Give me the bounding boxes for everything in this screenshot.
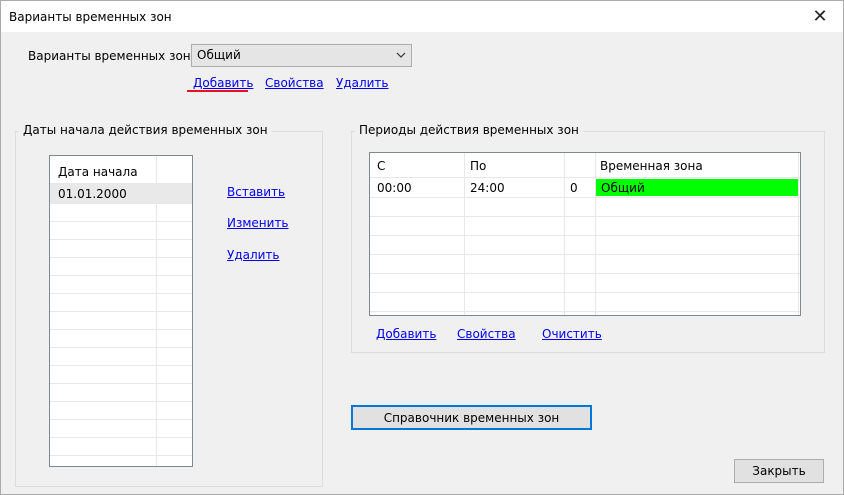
edit-date-link[interactable]: Изменить bbox=[227, 216, 289, 230]
column-header-start-date: Дата начала bbox=[58, 165, 138, 179]
period-number-cell: 0 bbox=[570, 181, 578, 195]
table-row[interactable] bbox=[370, 236, 800, 255]
chevron-down-icon bbox=[396, 52, 406, 58]
variant-properties-link[interactable]: Свойства bbox=[265, 76, 324, 90]
table-row[interactable] bbox=[50, 312, 192, 330]
table-row[interactable] bbox=[50, 366, 192, 384]
table-row[interactable]: 01.01.2000 bbox=[50, 184, 192, 204]
table-row[interactable] bbox=[50, 420, 192, 438]
table-row[interactable] bbox=[370, 274, 800, 293]
variants-select[interactable]: Общий bbox=[191, 44, 412, 67]
dates-grid[interactable]: Дата начала 01.01.2000 bbox=[49, 155, 193, 467]
column-header-to: По bbox=[470, 159, 487, 173]
table-row[interactable] bbox=[50, 276, 192, 294]
title-bar: Варианты временных зон ✕ bbox=[1, 1, 843, 32]
close-button[interactable]: Закрыть bbox=[734, 459, 824, 483]
delete-variant-link[interactable]: Удалить bbox=[336, 76, 389, 90]
periods-grid-header: С По Временная зона bbox=[370, 153, 800, 178]
start-date-cell: 01.01.2000 bbox=[58, 187, 127, 201]
periods-grid[interactable]: С По Временная зона 00:00 24:00 0 Общий bbox=[369, 152, 801, 316]
focus-underline bbox=[187, 90, 248, 92]
insert-date-link[interactable]: Вставить bbox=[227, 185, 285, 199]
time-zones-reference-button[interactable]: Справочник временных зон bbox=[351, 405, 592, 430]
variants-select-value: Общий bbox=[197, 48, 241, 62]
period-from-cell: 00:00 bbox=[377, 181, 412, 195]
table-row[interactable] bbox=[50, 294, 192, 312]
window-title: Варианты временных зон bbox=[9, 10, 172, 24]
table-row[interactable] bbox=[50, 330, 192, 348]
table-row[interactable] bbox=[50, 384, 192, 402]
table-row[interactable] bbox=[50, 204, 192, 222]
column-header-zone: Временная зона bbox=[600, 159, 703, 173]
table-row[interactable] bbox=[50, 402, 192, 420]
table-row[interactable] bbox=[50, 222, 192, 240]
dialog-window: Варианты временных зон ✕ Варианты времен… bbox=[0, 0, 844, 495]
periods-group-title: Периоды действия временных зон bbox=[355, 123, 583, 137]
table-row[interactable]: 00:00 24:00 0 Общий bbox=[370, 178, 800, 198]
table-row[interactable] bbox=[370, 217, 800, 236]
period-zone-label: Общий bbox=[601, 181, 645, 195]
period-properties-link[interactable]: Свойства bbox=[457, 327, 516, 341]
delete-date-link[interactable]: Удалить bbox=[227, 248, 280, 262]
add-variant-link[interactable]: Добавить bbox=[193, 76, 253, 90]
table-row[interactable] bbox=[50, 438, 192, 456]
clear-periods-link[interactable]: Очистить bbox=[542, 327, 602, 341]
table-row[interactable] bbox=[50, 348, 192, 366]
table-row[interactable] bbox=[370, 255, 800, 274]
period-zone-cell: Общий bbox=[596, 179, 798, 196]
table-row[interactable] bbox=[370, 198, 800, 217]
add-period-link[interactable]: Добавить bbox=[376, 327, 436, 341]
table-row[interactable] bbox=[370, 293, 800, 312]
variants-label: Варианты временных зон: bbox=[28, 49, 195, 63]
column-header-from: С bbox=[377, 159, 386, 173]
period-to-cell: 24:00 bbox=[470, 181, 505, 195]
table-row[interactable] bbox=[50, 240, 192, 258]
dates-group-title: Даты начала действия временных зон bbox=[19, 123, 272, 137]
table-row[interactable] bbox=[50, 258, 192, 276]
dates-grid-header: Дата начала bbox=[50, 156, 192, 184]
close-icon[interactable]: ✕ bbox=[797, 1, 843, 32]
